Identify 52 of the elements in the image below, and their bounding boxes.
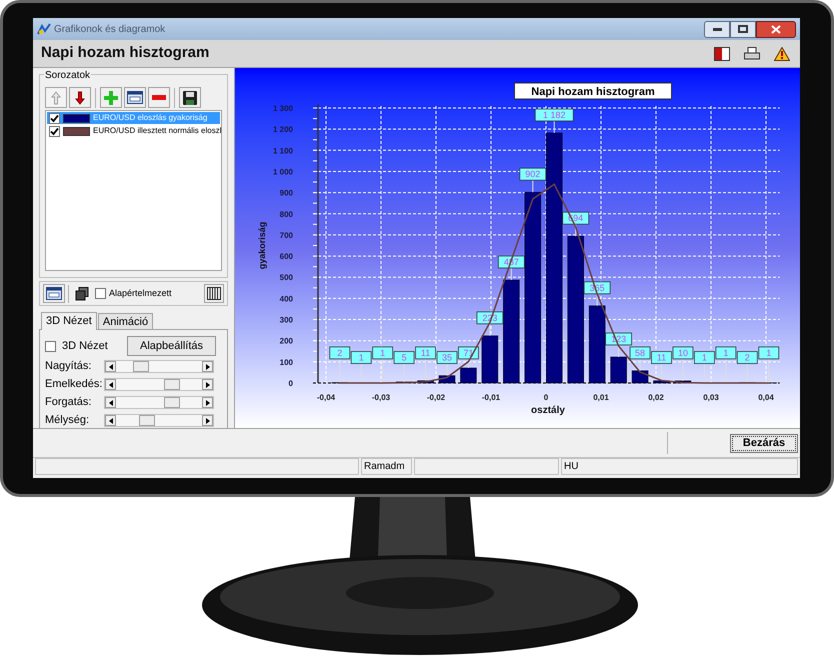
data-label: 2 [736,351,758,384]
data-label: 5 [394,351,414,382]
x-tick-label: 0,02 [648,393,664,402]
data-label: 1 [372,346,394,384]
y-tick-label: 500 [280,273,293,282]
data-label: 902 [519,168,546,193]
y-tick-label: 300 [280,316,293,325]
data-label: 35 [436,351,458,376]
chart-title: Napi hozam hisztogram [514,82,672,100]
slider-label: Emelkedés: [45,377,104,392]
data-label: 1 [350,351,372,384]
status-user: Ramadm [361,458,412,475]
data-label: 1 182 [534,108,574,134]
data-label: 1 [758,346,780,384]
data-label: 58 [630,346,650,372]
y-tick-label: 600 [280,252,293,262]
x-tick-label: 0,03 [703,393,719,402]
x-tick-label: -0,04 [316,393,336,402]
page-heading: Napi hozam hisztogram [41,43,210,64]
slider-label: Mélység: [45,413,90,428]
x-tick-label: 0,04 [758,393,774,402]
checkbox-label: 3D Nézet [62,338,108,354]
data-label: 11 [651,351,672,382]
x-tick-label: -0,02 [426,393,446,402]
y-tick-label: 0 [288,379,293,388]
y-tick-label: 200 [280,336,293,346]
y-tick-label: 400 [280,294,293,304]
slider-label: Forgatás: [45,395,92,410]
y-tick-label: 800 [280,210,293,219]
checkbox-label: Alapértelmezett [109,286,172,300]
y-tick-label: 100 [280,358,293,367]
y-axis-title: gyakoriság [257,222,267,270]
y-tick-label: 1 200 [272,125,293,134]
slider-label: Nagyítás: [45,359,92,374]
x-tick-label: 0 [544,393,548,402]
data-label: 1 [694,351,715,384]
data-label: 10 [672,346,694,382]
y-tick-label: 900 [280,188,293,198]
y-tick-label: 1 300 [272,104,293,113]
chart-title: Napi hozam hisztogram [531,86,655,98]
data-label: 1 [715,346,736,384]
x-tick-label: -0,01 [482,393,500,402]
x-tick-label: 0,01 [593,393,609,402]
y-tick-label: 1 000 [272,167,293,176]
y-tick-label: 700 [280,230,293,240]
x-tick-label: -0,03 [372,393,390,402]
data-label: 2 [329,346,350,384]
y-tick-label: 1 100 [272,146,293,156]
window-title: Grafikonok és diagramok [54,22,166,36]
status-language: HU [561,458,798,475]
x-axis-title: osztály [531,405,565,416]
data-label: 11 [415,346,436,382]
